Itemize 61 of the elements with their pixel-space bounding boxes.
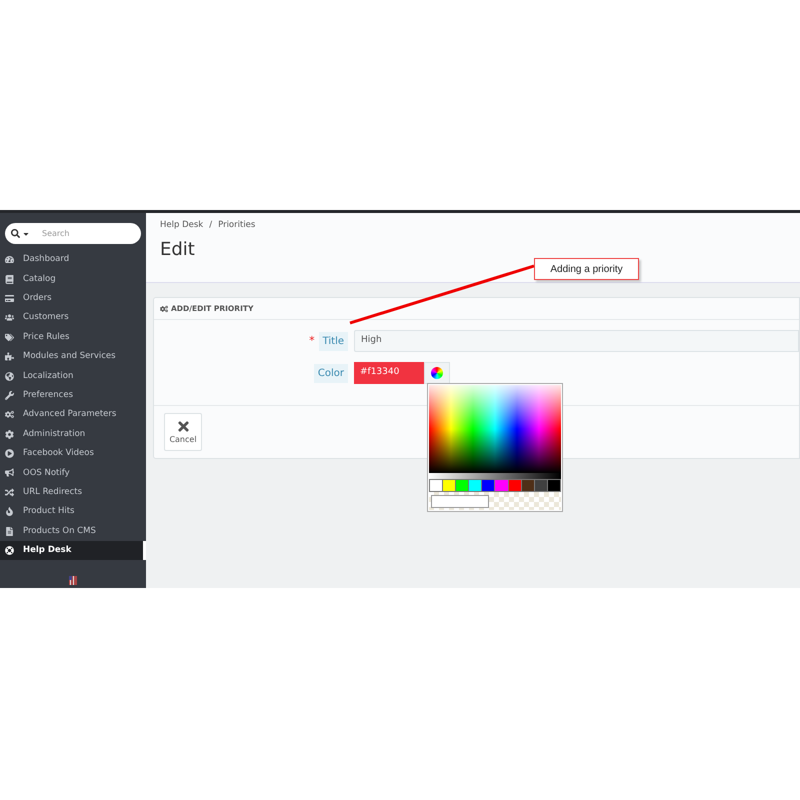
dashboard-icon <box>5 255 14 264</box>
field-label: Color <box>314 364 348 382</box>
sidebar-item[interactable]: Modules and Services <box>0 346 146 366</box>
sidebar-item[interactable]: URL Redirects <box>0 482 146 502</box>
cancel-button[interactable]: Cancel <box>164 413 202 451</box>
required-mark: * <box>309 332 315 349</box>
sidebar-item[interactable]: Products On CMS <box>0 521 146 541</box>
lifebuoy-icon <box>5 546 14 556</box>
color-swatch[interactable] <box>495 480 508 491</box>
color-swatch[interactable] <box>508 480 521 491</box>
hex-input[interactable] <box>431 494 489 508</box>
color-input[interactable]: #f13340 <box>354 362 424 384</box>
text-input[interactable]: High <box>354 330 799 352</box>
wrench-icon <box>5 390 14 400</box>
field-label: Title <box>318 332 348 350</box>
puzzle-icon <box>5 352 14 362</box>
play-icon <box>5 449 14 458</box>
flame-icon <box>5 507 14 516</box>
breadcrumb-item[interactable]: Help Desk <box>160 219 204 232</box>
sidebar-item[interactable]: Facebook Videos <box>0 444 146 464</box>
color-swatch[interactable] <box>430 480 442 491</box>
sidebar-item[interactable]: Dashboard <box>0 250 146 270</box>
sidebar-item[interactable]: OOS Notify <box>0 463 146 483</box>
sidebar-item[interactable]: Price Rules <box>0 328 146 347</box>
color-picker-button[interactable] <box>424 362 450 384</box>
close-icon <box>176 418 190 434</box>
breadcrumb-item[interactable]: Priorities <box>218 219 256 232</box>
sidebar-item[interactable]: Product Hits <box>0 502 146 522</box>
annotation-callout: Adding a priority <box>534 258 639 280</box>
gear-icon <box>5 430 14 439</box>
megaphone-icon <box>5 468 14 478</box>
flag-icon <box>69 576 77 586</box>
page-title: Edit <box>160 238 196 262</box>
sidebar-item[interactable]: Customers <box>0 308 146 328</box>
sidebar-item[interactable]: Administration <box>0 424 146 444</box>
users-icon <box>5 313 14 322</box>
sidebar-item[interactable]: Advanced Parameters <box>0 405 146 425</box>
color-wheel-icon <box>431 367 443 379</box>
shuffle-icon <box>5 488 14 497</box>
breadcrumb-item: / <box>209 219 212 232</box>
color-swatch[interactable] <box>548 480 560 491</box>
gears-icon <box>5 410 14 420</box>
gears-icon <box>160 304 168 312</box>
sidebar-item[interactable]: Help Desk <box>0 540 146 560</box>
color-swatch[interactable] <box>469 480 482 491</box>
color-swatch[interactable] <box>443 480 456 491</box>
book-icon <box>5 274 14 284</box>
globe-icon <box>5 372 14 381</box>
sidebar-item[interactable]: Orders <box>0 288 146 308</box>
search-icon <box>11 229 20 238</box>
credit-card-icon <box>5 294 14 303</box>
color-gradient[interactable] <box>429 385 561 473</box>
color-swatch[interactable] <box>456 480 468 491</box>
tags-icon <box>5 332 14 342</box>
color-swatch[interactable] <box>522 480 534 491</box>
document-icon <box>5 526 14 536</box>
sidebar-item[interactable]: Preferences <box>0 386 146 406</box>
color-swatch[interactable] <box>482 480 494 491</box>
sidebar-item[interactable]: Localization <box>0 366 146 386</box>
sidebar-item[interactable]: Catalog <box>0 269 146 289</box>
color-swatch[interactable] <box>534 480 547 491</box>
